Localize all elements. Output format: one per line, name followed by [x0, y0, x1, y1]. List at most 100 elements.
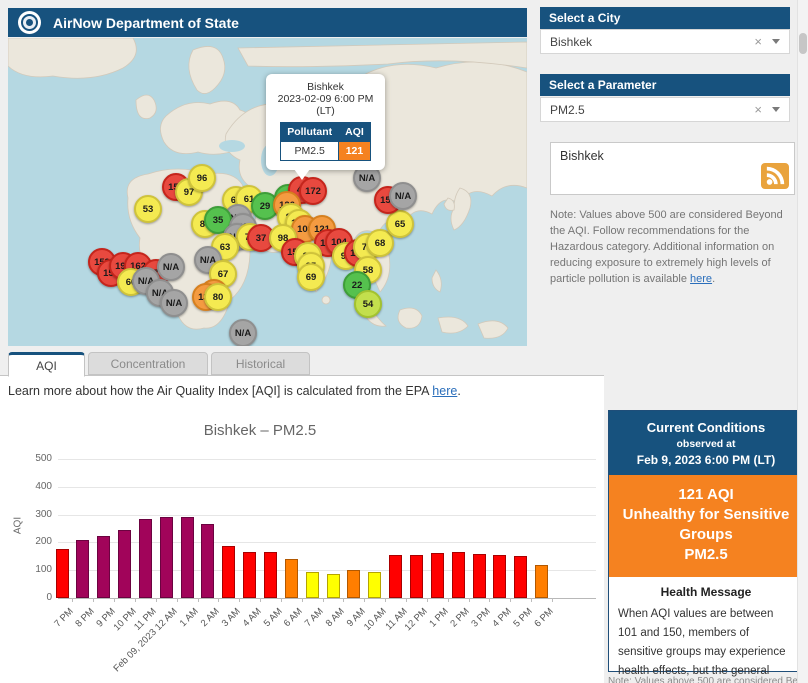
chart-bar[interactable] [327, 574, 340, 598]
clear-icon[interactable]: × [754, 102, 762, 117]
health-message-text: When AQI values are between 101 and 150,… [618, 605, 794, 683]
map-marker[interactable]: N/A [160, 289, 188, 317]
map-marker[interactable]: N/A [389, 182, 417, 210]
rss-icon[interactable] [761, 163, 789, 189]
tab-aqi[interactable]: AQI [8, 352, 85, 377]
map-marker[interactable]: 65 [386, 210, 414, 238]
learn-more-link[interactable]: here [432, 384, 457, 398]
chevron-down-icon[interactable] [772, 39, 780, 44]
chart-x-tick [531, 598, 532, 602]
map-marker[interactable]: 69 [297, 263, 325, 291]
parameter-select-value: PM2.5 [550, 103, 754, 117]
tab-historical[interactable]: Historical [211, 352, 310, 375]
conditions-aqi-value: 121 AQI [615, 485, 797, 505]
current-conditions-header: Current Conditions observed at Feb 9, 20… [609, 411, 803, 475]
map-marker[interactable]: N/A [157, 253, 185, 281]
learn-more-after: . [457, 384, 460, 398]
map-marker[interactable]: N/A [229, 319, 257, 346]
chart-bar[interactable] [452, 552, 465, 598]
chart-y-tick-label: 100 [24, 564, 52, 575]
chart-bar[interactable] [160, 517, 173, 598]
scrollbar-track[interactable] [797, 0, 808, 683]
popup-datetime: 2023-02-09 6:00 PM [266, 93, 385, 105]
clear-icon[interactable]: × [754, 34, 762, 49]
chevron-down-icon[interactable] [772, 107, 780, 112]
chart-bar[interactable] [285, 559, 298, 598]
chart-x-tick [343, 598, 344, 602]
popup-col-pollutant: Pollutant [281, 123, 339, 142]
popup-timezone: (LT) [266, 105, 385, 117]
map-marker[interactable]: 54 [354, 290, 382, 318]
tab-concentration[interactable]: Concentration [88, 352, 208, 375]
chart-bar[interactable] [410, 555, 423, 598]
health-message-title: Health Message [618, 585, 794, 599]
chart-bar[interactable] [139, 519, 152, 598]
chart-x-tick [448, 598, 449, 602]
chart-bar[interactable] [368, 572, 381, 598]
map-marker[interactable]: 172 [299, 177, 327, 205]
learn-more-before: Learn more about how the Air Quality Ind… [8, 384, 432, 398]
conditions-aqi-block: 121 AQI Unhealthy for Sensitive Groups P… [609, 475, 803, 577]
conditions-pollutant: PM2.5 [615, 545, 797, 565]
current-conditions-panel: Current Conditions observed at Feb 9, 20… [608, 410, 804, 672]
chart-bar[interactable] [201, 524, 214, 598]
chart-bar[interactable] [222, 546, 235, 598]
popup-city: Bishkek [266, 81, 385, 93]
chart-x-tick [510, 598, 511, 602]
conditions-title: Current Conditions [613, 420, 799, 435]
chart-x-tick [406, 598, 407, 602]
chart-y-tick-label: 200 [24, 536, 52, 547]
chart-bar[interactable] [76, 540, 89, 598]
chart-bar[interactable] [97, 536, 110, 598]
chart-x-tick [364, 598, 365, 602]
parameter-select[interactable]: PM2.5 × [540, 97, 790, 122]
chart-bar[interactable] [243, 552, 256, 598]
sidebar-note-text: Note: Values above 500 are considered Be… [550, 207, 800, 287]
map-marker[interactable]: 80 [204, 283, 232, 311]
aqi-world-map[interactable]: 1579796536261294341172126N/A883539N/A783… [8, 38, 527, 346]
chart-bar[interactable] [493, 555, 506, 598]
select-city-header: Select a City [540, 7, 790, 29]
sidebar-note-link[interactable]: here [690, 273, 712, 285]
chart-x-tick [469, 598, 470, 602]
state-department-seal-icon [18, 11, 41, 34]
chart-y-axis-label: AQI [13, 496, 24, 556]
popup-pollutant-table: Pollutant AQI PM2.5 121 [280, 122, 371, 161]
aqi-bar-chart: Bishkek – PM2.5 AQI 01002003004005007 PM… [0, 410, 604, 683]
city-feed-box: Bishkek [550, 142, 795, 195]
learn-more-text: Learn more about how the Air Quality Ind… [8, 384, 461, 398]
chart-bar[interactable] [514, 556, 527, 598]
chart-bar[interactable] [181, 517, 194, 598]
chart-x-tick [239, 598, 240, 602]
chart-x-tick [72, 598, 73, 602]
chart-bar[interactable] [473, 554, 486, 598]
chart-bar[interactable] [56, 549, 69, 598]
chart-gridline [58, 487, 596, 488]
sidebar-note-before: Note: Values above 500 are considered Be… [550, 209, 783, 285]
map-marker[interactable]: 53 [134, 195, 162, 223]
chart-x-tick [489, 598, 490, 602]
popup-pointer [294, 169, 310, 180]
chart-x-tick [156, 598, 157, 602]
chart-x-tick [552, 598, 553, 602]
chart-bar[interactable] [306, 572, 319, 598]
scrollbar-thumb[interactable] [799, 33, 807, 54]
sidebar-note-after: . [712, 273, 715, 285]
app-header: AirNow Department of State [8, 8, 527, 37]
chart-bar[interactable] [389, 555, 402, 598]
popup-col-aqi: AQI [339, 123, 371, 142]
chart-x-tick [114, 598, 115, 602]
feed-city-label: Bishkek [560, 149, 604, 163]
popup-aqi-value: 121 [339, 142, 371, 161]
chart-bar[interactable] [264, 552, 277, 598]
city-select[interactable]: Bishkek × [540, 29, 790, 54]
chart-y-tick-label: 300 [24, 509, 52, 520]
chart-bar[interactable] [347, 570, 360, 598]
map-marker[interactable]: 96 [188, 164, 216, 192]
chart-bar[interactable] [118, 530, 131, 598]
chart-y-tick-label: 0 [24, 592, 52, 603]
tab-historical-label: Historical [236, 357, 285, 371]
chart-bar[interactable] [431, 553, 444, 598]
chart-x-tick [323, 598, 324, 602]
chart-bar[interactable] [535, 565, 548, 598]
